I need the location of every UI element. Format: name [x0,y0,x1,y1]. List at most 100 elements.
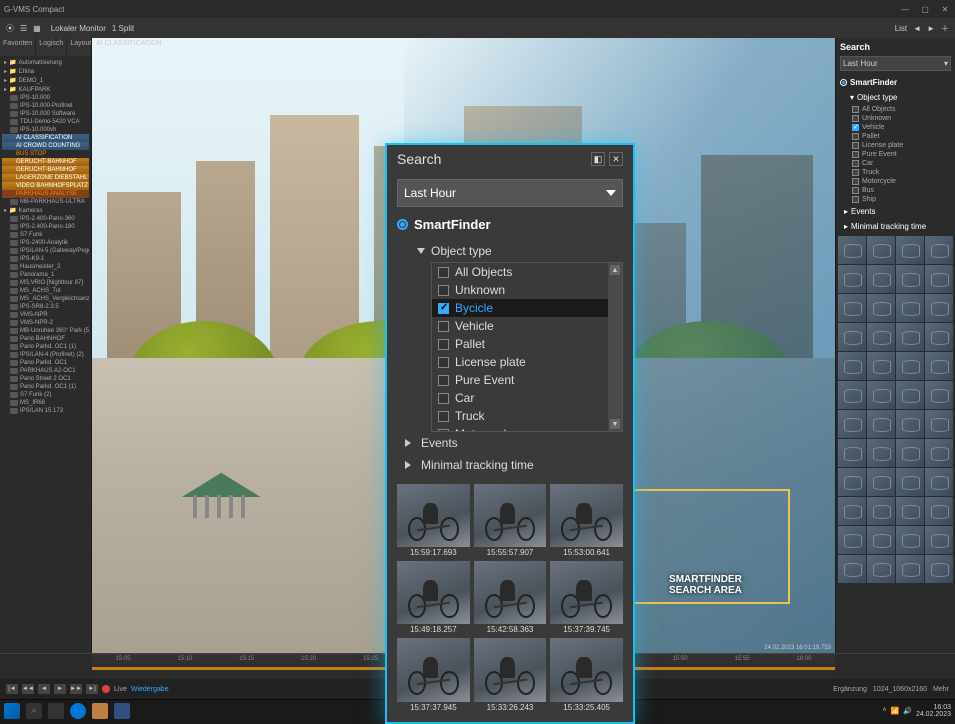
task-view-icon[interactable] [48,703,64,719]
object-type-item[interactable]: Pallet [852,132,955,141]
tree-item[interactable]: Pano BAHNHOF [2,335,89,343]
minimize-button[interactable]: — [899,3,911,15]
result-thumb[interactable] [925,439,953,467]
edge-icon[interactable] [70,703,86,719]
start-button[interactable] [4,703,20,719]
result-thumb[interactable] [867,381,895,409]
result-thumb[interactable] [838,497,866,525]
tree-item[interactable]: GERÜCHT-BAHNHOF [2,158,89,166]
result-thumb[interactable] [867,526,895,554]
tray-network-icon[interactable]: 📶 [891,707,900,715]
object-type-item[interactable]: All Objects [852,105,955,114]
object-type-item[interactable]: Motorcycle [432,425,622,432]
scrollbar[interactable]: ▲ ▼ [608,263,622,431]
tree-item[interactable]: S7 Funk (2) [2,391,89,399]
result-thumb[interactable] [896,294,924,322]
result-thumb[interactable] [925,323,953,351]
object-type-item[interactable]: Unknown [852,114,955,123]
result-thumb[interactable] [925,236,953,264]
play-back-button[interactable]: ◄ [38,684,50,694]
result-thumb[interactable] [925,410,953,438]
result-thumb[interactable]: 15:49:18.257 [397,561,470,634]
result-thumb[interactable] [925,555,953,583]
object-type-item[interactable]: Bycicle [432,299,622,317]
result-thumb[interactable] [838,381,866,409]
tree-item[interactable]: IPS-10.000 Software [2,110,89,118]
tree-item[interactable]: MS_ACHS_Vergleichsanz [2,295,89,303]
fastforward-button[interactable]: ►► [70,684,82,694]
tree-item[interactable]: IPS-10.000 [2,94,89,102]
result-thumb[interactable] [838,468,866,496]
tree-item[interactable]: ▸📁China [2,67,89,76]
result-thumb[interactable] [925,468,953,496]
tree-item[interactable]: Panorama_1 [2,271,89,279]
result-thumb[interactable] [896,410,924,438]
result-thumb[interactable] [867,352,895,380]
sidebar-tab-layouts[interactable]: Layouts [67,38,92,56]
result-thumb[interactable] [896,265,924,293]
toolbar-control-icon[interactable]: ⦿ [6,23,14,34]
tree-item[interactable]: PARKHAUS A2-OC1 [2,367,89,375]
toolbar-add-icon[interactable]: ＋ [941,23,949,34]
result-thumb[interactable] [896,236,924,264]
result-thumb[interactable] [867,236,895,264]
result-thumb[interactable] [867,439,895,467]
scroll-up-button[interactable]: ▲ [610,265,620,275]
tree-item[interactable]: Pano Parkd. OC1 [2,359,89,367]
result-thumb[interactable]: 15:53:00.641 [550,484,623,557]
object-type-item[interactable]: License plate [852,141,955,150]
result-thumb[interactable] [867,468,895,496]
tree-item[interactable]: Pano Parkd. OC1 (1) [2,383,89,391]
tree-item[interactable]: IPS/LAN-4 (Profinet) (2) [2,351,89,359]
result-thumb[interactable] [867,294,895,322]
tree-item[interactable]: AI CROWD COUNTING [2,142,89,150]
goto-end-button[interactable]: ►| [86,684,98,694]
right-object-type-header[interactable]: ▾ Object type [836,90,955,105]
toolbar-grid-icon[interactable]: ▦ [33,24,41,33]
result-thumb[interactable] [838,236,866,264]
modal-object-type-list[interactable]: All ObjectsUnknownBycicleVehiclePalletLi… [431,262,623,432]
smartfinder-search-area[interactable]: SMARTFINDERSEARCH AREA [620,489,790,604]
object-type-item[interactable]: Pallet [432,335,622,353]
tree-item[interactable]: IPS-2.400-Pano-360 [2,215,89,223]
tree-item[interactable]: Pano Parkd. OC1 (1) [2,343,89,351]
result-thumb[interactable] [867,555,895,583]
rewind-button[interactable]: ◄◄ [22,684,34,694]
result-thumb[interactable]: 15:37:39.745 [550,561,623,634]
tree-item[interactable]: IPS/LAN 15.173 [2,407,89,415]
object-type-item[interactable]: Truck [852,168,955,177]
result-thumb[interactable] [896,439,924,467]
toolbar-prev-icon[interactable]: ◄ [913,24,921,33]
tree-item[interactable]: TDU-Demo-5420 VCA [2,118,89,126]
tree-item[interactable]: MS_ACHS_Tut [2,287,89,295]
tree-item[interactable]: ▸📁Automatisierung [2,58,89,67]
result-thumb[interactable] [925,526,953,554]
result-thumb[interactable] [896,381,924,409]
modal-events-header[interactable]: Events [397,432,623,454]
right-result-thumbs[interactable] [836,234,955,585]
result-thumb[interactable] [896,497,924,525]
playback-mode-label[interactable]: Wiedergabe [131,686,169,693]
object-type-item[interactable]: License plate [432,353,622,371]
object-type-item[interactable]: Pure Event [852,150,955,159]
tray-volume-icon[interactable]: 🔊 [903,707,912,715]
tree-item[interactable]: AI CLASSIFICATION [2,134,89,142]
tree-item[interactable]: IPS-K9-1 [2,255,89,263]
object-type-item[interactable]: Vehicle [852,123,955,132]
tree-item[interactable]: VIDEO BAHNHOFSPLATZ [2,182,89,190]
tray-chevron-icon[interactable]: ˄ [882,707,886,714]
footer-more[interactable]: Mehr [933,686,949,693]
tree-item[interactable]: IPS-2.400-Pano-180 [2,223,89,231]
object-type-item[interactable]: Pure Event [432,371,622,389]
result-thumb[interactable] [838,439,866,467]
result-thumb[interactable] [838,526,866,554]
right-mtt-header[interactable]: ▸ Minimal tracking time [836,219,955,234]
result-thumb[interactable] [838,352,866,380]
tree-item[interactable]: PARKHAUS ANALYSE [2,190,89,198]
sidebar-tab-favoriten[interactable]: Favoriten [0,38,36,56]
result-thumb[interactable] [867,265,895,293]
tree-item[interactable]: MB-PARKHAUS-ULTRA [2,198,89,206]
result-thumb[interactable] [925,352,953,380]
object-type-item[interactable]: All Objects [432,263,622,281]
tree-item[interactable]: MS_IR68 [2,399,89,407]
